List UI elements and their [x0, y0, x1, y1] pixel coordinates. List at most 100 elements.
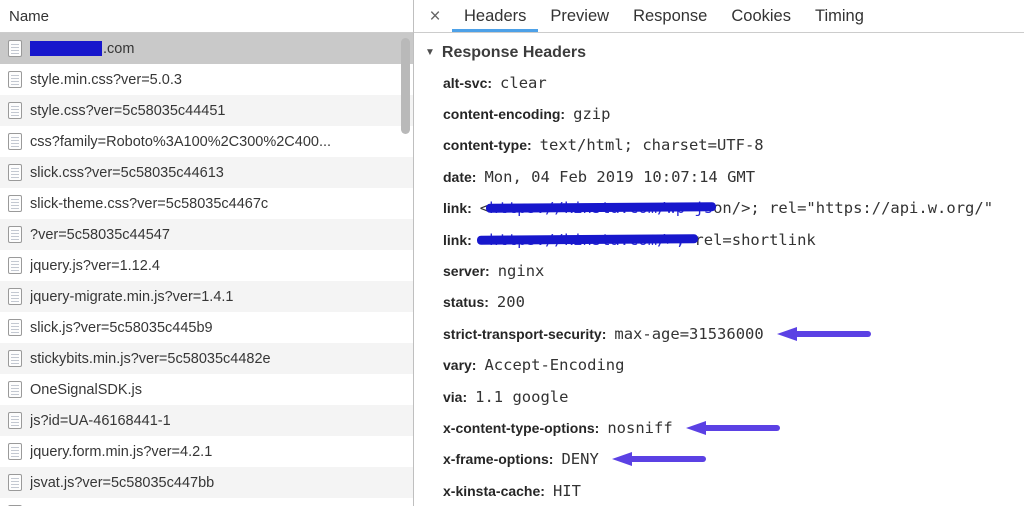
request-rows: .com style.min.css?ver=5.0.3 style.css?v… [0, 33, 413, 506]
request-name: jquery-migrate.min.js?ver=1.4.1 [30, 289, 252, 305]
request-name: style.css?ver=5c58035c44451 [30, 103, 243, 119]
header-name: x-content-type-options: [443, 420, 599, 436]
tab-headers[interactable]: Headers [452, 0, 538, 32]
header-value: max-age=31536000 [614, 325, 763, 343]
close-icon[interactable]: × [426, 7, 444, 26]
response-headers-list: alt-svc: clear content-encoding: gzip co… [414, 67, 1024, 506]
header-value: text/html; charset=UTF-8 [540, 136, 764, 154]
request-name: OneSignalSDK.js [30, 382, 160, 398]
request-name: style.min.css?ver=5.0.3 [30, 72, 200, 88]
request-name: jsvat.js?ver=5c58035c447bb [30, 475, 232, 491]
header-name: link: [443, 200, 472, 216]
request-name: .com [103, 41, 152, 57]
request-name: slick.js?ver=5c58035c445b9 [30, 320, 231, 336]
request-row[interactable]: style.css?ver=5c58035c44451 [0, 95, 413, 126]
redaction-scribble: https://kinsta.com/wp-js [489, 199, 713, 217]
header-name: status: [443, 294, 489, 310]
header-value: nosniff [607, 419, 672, 437]
document-icon [8, 195, 22, 212]
tab-timing[interactable]: Timing [803, 0, 876, 32]
redaction-box [30, 41, 102, 56]
header-name: strict-transport-security: [443, 326, 606, 342]
header-value: clear [500, 74, 547, 92]
tab-preview[interactable]: Preview [538, 0, 621, 32]
response-header-row: date: Mon, 04 Feb 2019 10:07:14 GMT [443, 161, 1024, 192]
request-row[interactable]: css?family=Roboto%3A100%2C300%2C400... [0, 126, 413, 157]
annotation-arrow-icon [776, 326, 873, 342]
response-header-row: strict-transport-security: max-age=31536… [443, 318, 1024, 349]
document-icon [8, 226, 22, 243]
header-name: vary: [443, 357, 476, 373]
details-tab-bar: × Headers Preview Response Cookies Timing [414, 0, 1024, 33]
name-column-header[interactable]: Name [0, 0, 413, 33]
request-row[interactable]: slick.css?ver=5c58035c44613 [0, 157, 413, 188]
response-headers-section-toggle[interactable]: ▼ Response Headers [414, 33, 1024, 67]
document-icon [8, 288, 22, 305]
request-name: slick-theme.css?ver=5c58035c4467c [30, 196, 286, 212]
request-row[interactable]: jquery-migrate.min.js?ver=1.4.1 [0, 281, 413, 312]
tabs-container: Headers Preview Response Cookies Timing [452, 0, 876, 32]
tab-response[interactable]: Response [621, 0, 719, 32]
request-row[interactable]: .com [0, 33, 413, 64]
tab-label: Headers [464, 7, 526, 26]
request-row[interactable] [0, 498, 413, 506]
request-row[interactable]: jquery.form.min.js?ver=4.2.1 [0, 436, 413, 467]
document-icon [8, 443, 22, 460]
header-name: date: [443, 169, 476, 185]
document-icon [8, 164, 22, 181]
redaction-scribble: <https://kinsta.com/>; [480, 231, 695, 249]
request-row[interactable]: ?ver=5c58035c44547 [0, 219, 413, 250]
request-row[interactable]: js?id=UA-46168441-1 [0, 405, 413, 436]
response-header-row: x-kinsta-cache: HIT [443, 475, 1024, 506]
annotation-arrow-icon [685, 420, 782, 436]
name-column-label: Name [9, 8, 49, 25]
request-details-panel: × Headers Preview Response Cookies Timing ▼ … [414, 0, 1024, 506]
request-row[interactable]: OneSignalSDK.js [0, 374, 413, 405]
header-value: <https://kinsta.com/wp-json/>; rel="http… [480, 199, 993, 217]
devtools-network-panel: Name .com style.min.css?ver=5.0.3 style.… [0, 0, 1024, 506]
response-header-row: link: <https://kinsta.com/wp-json/>; rel… [443, 193, 1024, 224]
document-icon [8, 40, 22, 57]
header-value: <https://kinsta.com/>; rel=shortlink [480, 231, 816, 249]
request-row[interactable]: slick-theme.css?ver=5c58035c4467c [0, 188, 413, 219]
request-row[interactable]: jquery.js?ver=1.12.4 [0, 250, 413, 281]
response-header-row: server: nginx [443, 255, 1024, 286]
header-value: 1.1 google [475, 388, 568, 406]
section-title: Response Headers [442, 44, 586, 62]
left-panel-scrollbar[interactable] [401, 38, 410, 134]
response-header-row: status: 200 [443, 287, 1024, 318]
response-header-row: via: 1.1 google [443, 381, 1024, 412]
request-name: css?family=Roboto%3A100%2C300%2C400... [30, 134, 349, 150]
response-header-row: content-type: text/html; charset=UTF-8 [443, 130, 1024, 161]
request-row[interactable]: jsvat.js?ver=5c58035c447bb [0, 467, 413, 498]
header-value: DENY [561, 450, 598, 468]
header-name: content-type: [443, 137, 532, 153]
request-name: stickybits.min.js?ver=5c58035c4482e [30, 351, 289, 367]
document-icon [8, 319, 22, 336]
response-header-row: content-encoding: gzip [443, 98, 1024, 129]
tab-label: Preview [550, 7, 609, 26]
response-header-row: link: <https://kinsta.com/>; rel=shortli… [443, 224, 1024, 255]
document-icon [8, 71, 22, 88]
request-name: slick.css?ver=5c58035c44613 [30, 165, 242, 181]
header-name: alt-svc: [443, 75, 492, 91]
header-value: Mon, 04 Feb 2019 10:07:14 GMT [484, 168, 755, 186]
request-row[interactable]: stickybits.min.js?ver=5c58035c4482e [0, 343, 413, 374]
header-name: x-kinsta-cache: [443, 483, 545, 499]
annotation-arrow-icon [611, 451, 708, 467]
tab-label: Response [633, 7, 707, 26]
header-name: content-encoding: [443, 106, 565, 122]
request-row[interactable]: slick.js?ver=5c58035c445b9 [0, 312, 413, 343]
tab-label: Cookies [731, 7, 791, 26]
request-name: jquery.js?ver=1.12.4 [30, 258, 178, 274]
response-header-row: vary: Accept-Encoding [443, 350, 1024, 381]
header-value: nginx [498, 262, 545, 280]
request-row[interactable]: style.min.css?ver=5.0.3 [0, 64, 413, 95]
document-icon [8, 412, 22, 429]
document-icon [8, 102, 22, 119]
network-request-list-panel: Name .com style.min.css?ver=5.0.3 style.… [0, 0, 414, 506]
document-icon [8, 350, 22, 367]
header-name: via: [443, 389, 467, 405]
document-icon [8, 133, 22, 150]
tab-cookies[interactable]: Cookies [719, 0, 803, 32]
